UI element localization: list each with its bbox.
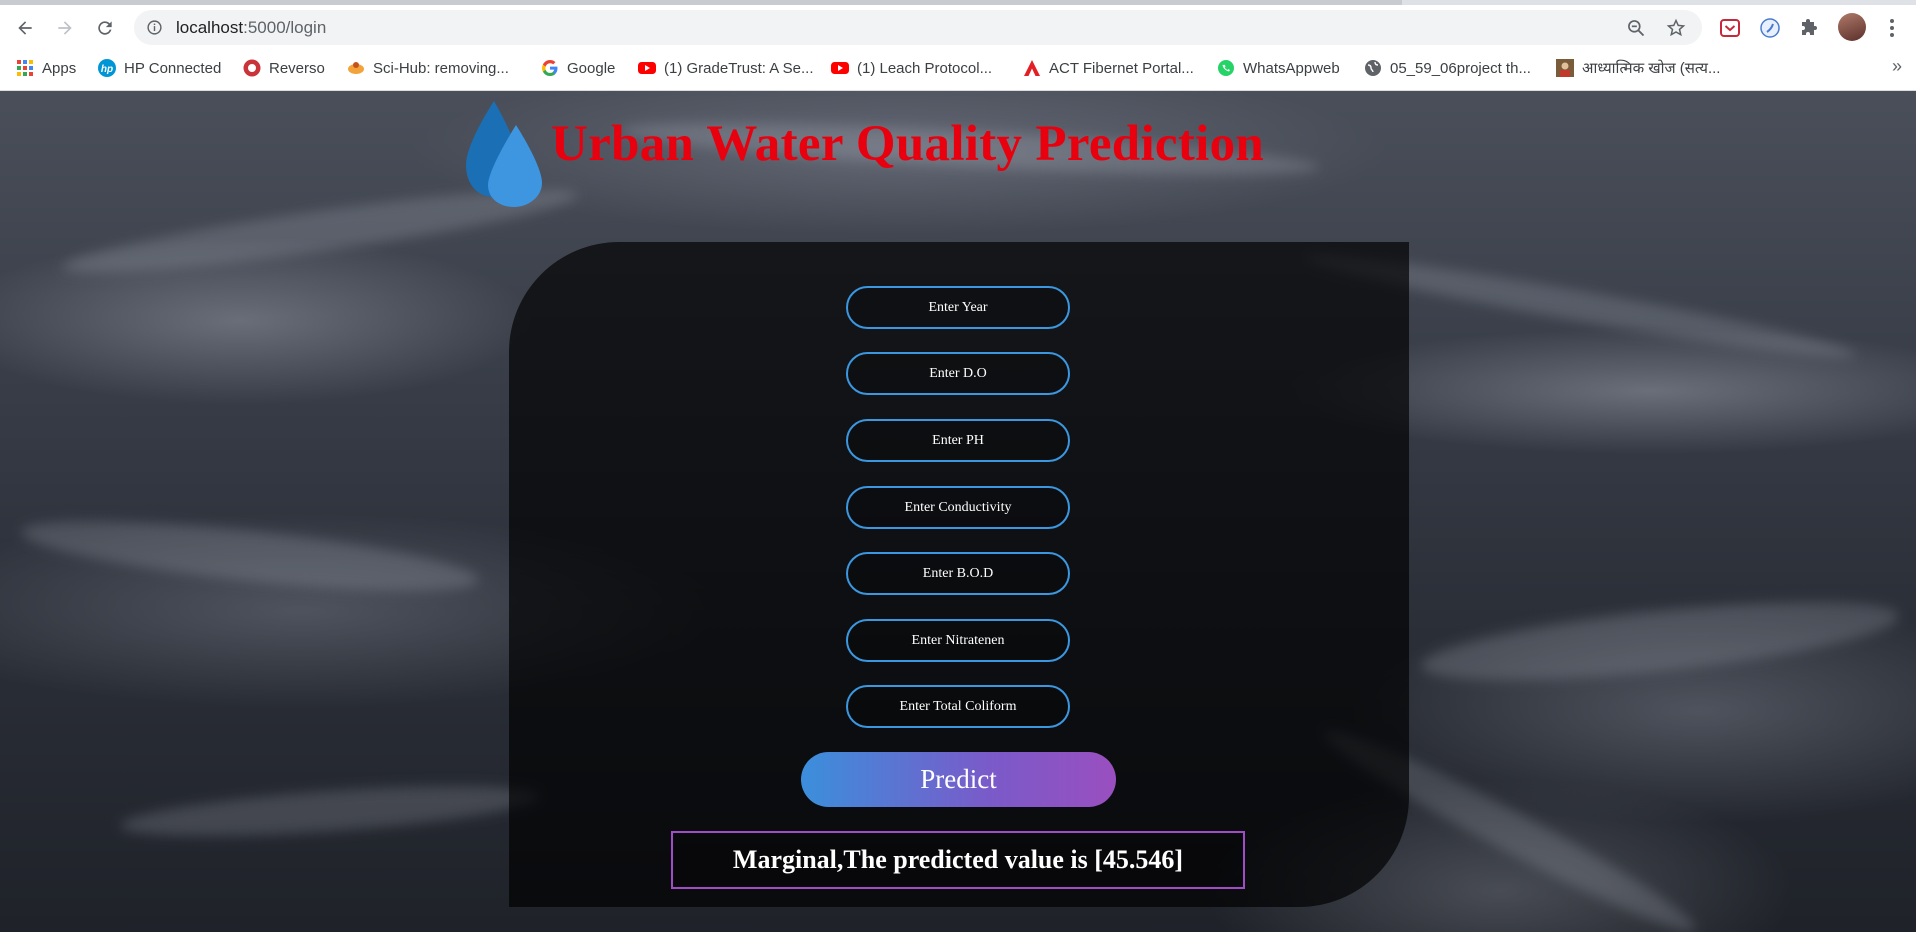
bookmark-gradetrust[interactable]: (1) GradeTrust: A Se... [638, 56, 814, 80]
url-host: localhost [176, 18, 244, 37]
address-bar[interactable]: localhost:5000/login [134, 10, 1702, 45]
more-bookmarks-button[interactable]: » [1892, 56, 1902, 77]
profile-avatar-icon[interactable] [1838, 13, 1866, 41]
svg-text:hp: hp [101, 64, 113, 75]
extensions-puzzle-icon[interactable] [1798, 16, 1822, 40]
bookmark-label: Sci-Hub: removing... [373, 59, 509, 77]
water-drop-logo-icon [466, 101, 542, 207]
total-coliform-input[interactable] [846, 685, 1070, 728]
bookmark-label: Google [567, 59, 616, 77]
bookmark-label: HP Connected [124, 59, 222, 77]
bookmark-hp-connected[interactable]: hp HP Connected [98, 56, 221, 80]
ph-input[interactable] [846, 419, 1070, 462]
youtube-logo-icon [638, 59, 656, 77]
act-logo-icon [1023, 59, 1041, 77]
conductivity-input[interactable] [846, 486, 1070, 529]
reverso-logo-icon [243, 59, 261, 77]
bookmark-label: आध्यात्मिक खोज (सत्य... [1582, 60, 1721, 77]
bookmark-project[interactable]: 05_59_06project th... [1364, 56, 1531, 80]
browser-toolbar: localhost:5000/login [0, 5, 1916, 50]
bookmark-label: (1) GradeTrust: A Se... [664, 59, 814, 77]
year-input[interactable] [846, 286, 1070, 329]
bookmark-act-fibernet[interactable]: ACT Fibernet Portal... [1023, 56, 1194, 80]
forward-button[interactable] [48, 11, 82, 45]
extension-icon[interactable] [1758, 16, 1782, 40]
bookmark-label: WhatsAppweb [1243, 59, 1340, 77]
bookmark-scihub[interactable]: Sci-Hub: removing... [347, 56, 509, 80]
site-info-icon[interactable] [146, 19, 163, 36]
zoom-out-icon[interactable] [1626, 18, 1646, 38]
bookmark-spiritual[interactable]: आध्यात्मिक खोज (सत्य... [1556, 56, 1720, 80]
scihub-logo-icon [347, 59, 365, 77]
bod-input[interactable] [846, 552, 1070, 595]
bookmarks-bar: Apps hp HP Connected Reverso Sci-Hub: re… [0, 50, 1916, 87]
bookmark-label: Reverso [269, 59, 325, 77]
url-path: :5000/login [243, 18, 327, 37]
background-wave [1418, 586, 1902, 696]
apps-grid-icon [16, 59, 34, 77]
nitratenen-input[interactable] [846, 619, 1070, 662]
background-wave [18, 507, 482, 605]
bookmark-label: (1) Leach Protocol... [857, 59, 993, 77]
profile-thumbnail-icon [1556, 59, 1574, 77]
pocket-extension-icon[interactable] [1718, 16, 1742, 40]
bookmark-label: 05_59_06project th... [1390, 59, 1531, 77]
browser-chrome: localhost:5000/login Apps hp HP Connecte… [0, 0, 1916, 91]
bookmark-star-icon[interactable] [1666, 18, 1686, 38]
page-title: Urban Water Quality Prediction [551, 116, 1265, 172]
reload-icon [98, 21, 112, 35]
bookmark-whatsappweb[interactable]: WhatsAppweb [1217, 56, 1340, 80]
youtube-logo-icon [831, 59, 849, 77]
globe-icon [1364, 59, 1382, 77]
predict-button[interactable]: Predict [801, 752, 1116, 807]
background-wave [119, 776, 541, 846]
page-viewport: Urban Water Quality Prediction Predict M… [0, 91, 1916, 932]
bookmark-reverso[interactable]: Reverso [243, 56, 325, 80]
forward-arrow-icon [58, 21, 72, 35]
back-arrow-icon [18, 21, 32, 35]
bookmark-label: ACT Fibernet Portal... [1049, 59, 1194, 77]
whatsapp-logo-icon [1217, 59, 1235, 77]
do-input[interactable] [846, 352, 1070, 395]
hp-logo-icon: hp [98, 59, 116, 77]
url-text: localhost:5000/login [176, 18, 326, 38]
bookmark-apps[interactable]: Apps [16, 56, 76, 80]
back-button[interactable] [8, 11, 42, 45]
bookmark-google[interactable]: Google [541, 56, 615, 80]
google-logo-icon [541, 59, 559, 77]
browser-menu-icon[interactable] [1880, 16, 1904, 40]
prediction-result: Marginal,The predicted value is [45.546] [671, 831, 1245, 889]
bookmark-leach-protocol[interactable]: (1) Leach Protocol... [831, 56, 992, 80]
bookmark-label: Apps [42, 59, 77, 77]
reload-button[interactable] [88, 11, 122, 45]
